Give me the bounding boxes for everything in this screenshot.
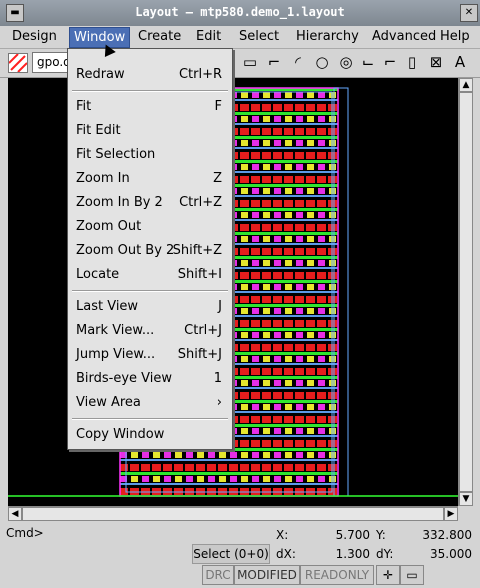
window-title: Layout – mtp580.demo_1.layout [135,5,345,19]
pin-tool-icon[interactable]: ⊠ [426,52,446,72]
menu-separator [72,418,228,420]
menu-item-mark-view[interactable]: Mark View... Ctrl+J [68,320,232,342]
scroll-left-icon[interactable]: ◀ [8,507,22,521]
wire-tool-icon[interactable]: ⌐ [380,52,400,72]
device-tool-icon[interactable]: ▯ [402,52,422,72]
dy-value: 35.000 [430,547,472,561]
ring-tool-icon[interactable]: ◎ [336,52,356,72]
rectangle-tool-icon[interactable]: ▭ [240,52,260,72]
scroll-right-icon[interactable]: ▶ [444,507,458,521]
arc-tool-icon[interactable]: ◜ [288,52,308,72]
polygon-tool-icon[interactable]: ⌐ [264,52,284,72]
menu-design[interactable]: Design [8,27,61,46]
x-label: X: [276,528,289,542]
close-icon[interactable]: ✕ [460,4,478,22]
layer-swatch[interactable] [8,53,28,73]
dy-label: dY: [376,547,394,561]
window-menu-dropdown: Redraw Ctrl+R Fit F Fit Edit Fit Selecti… [67,48,233,450]
menu-select[interactable]: Select [235,27,283,46]
circle-tool-icon[interactable]: ○ [312,52,332,72]
menu-item-fit-selection[interactable]: Fit Selection [68,144,232,166]
scroll-down-icon[interactable]: ▼ [459,492,473,506]
menu-create[interactable]: Create [134,27,185,46]
submenu-arrow-icon: › [216,395,222,410]
path-tool-icon[interactable]: ⌙ [358,52,378,72]
drc-badge: DRC [202,565,234,585]
menu-item-fit-edit[interactable]: Fit Edit [68,120,232,142]
menu-item-zoom-out-by-2[interactable]: Zoom Out By 2 Shift+Z [68,240,232,262]
menu-item-zoom-in[interactable]: Zoom In Z [68,168,232,190]
dx-label: dX: [276,547,296,561]
menu-hierarchy[interactable]: Hierarchy [292,27,363,46]
menu-item-last-view[interactable]: Last View J [68,296,232,318]
vertical-scroll-thumb[interactable] [459,92,473,492]
menu-item-zoom-in-by-2[interactable]: Zoom In By 2 Ctrl+Z [68,192,232,214]
title-bar: ▬ Layout – mtp580.demo_1.layout ✕ [0,0,480,27]
menu-edit[interactable]: Edit [192,27,225,46]
y-label: Y: [376,528,386,542]
dx-value: 1.300 [335,547,370,561]
menu-item-redraw[interactable]: Redraw Ctrl+R [68,64,232,86]
snap-icon[interactable]: ✛ [376,565,400,585]
menu-advanced[interactable]: Advanced [368,27,440,46]
menu-item-copy-window[interactable]: Copy Window [68,424,232,446]
menu-separator [72,290,228,292]
y-value: 332.800 [422,528,472,542]
menu-bar: Design Window Create Edit Select Hierarc… [0,26,480,49]
x-value: 5.700 [335,528,370,542]
scroll-up-icon[interactable]: ▲ [459,78,473,92]
horizontal-scroll-thumb[interactable] [22,507,444,521]
menu-item-zoom-out[interactable]: Zoom Out [68,216,232,238]
rubberband-icon[interactable]: ▭ [400,565,424,585]
command-prompt: Cmd> [6,526,44,540]
menu-item-view-area[interactable]: View Area › [68,392,232,414]
menu-help[interactable]: Help [436,27,480,46]
vertical-scrollbar[interactable]: ▲ ▼ [458,78,473,506]
readonly-badge: READONLY [300,565,374,585]
text-tool-icon[interactable]: A [450,52,470,72]
select-count: Select (0+0) [192,544,270,564]
menu-item-fit[interactable]: Fit F [68,96,232,118]
horizontal-scrollbar[interactable]: ◀ ▶ [8,506,458,521]
menu-item-jump-view[interactable]: Jump View... Shift+J [68,344,232,366]
menu-item-birds-eye-view[interactable]: Birds-eye View 1 [68,368,232,390]
modified-badge: MODIFIED [234,565,300,585]
menu-item-locate[interactable]: Locate Shift+I [68,264,232,286]
menu-separator [72,90,228,92]
status-bar: Cmd> X: 5.700 Y: 332.800 Select (0+0) dX… [0,522,480,588]
menu-window[interactable]: Window [69,27,131,48]
